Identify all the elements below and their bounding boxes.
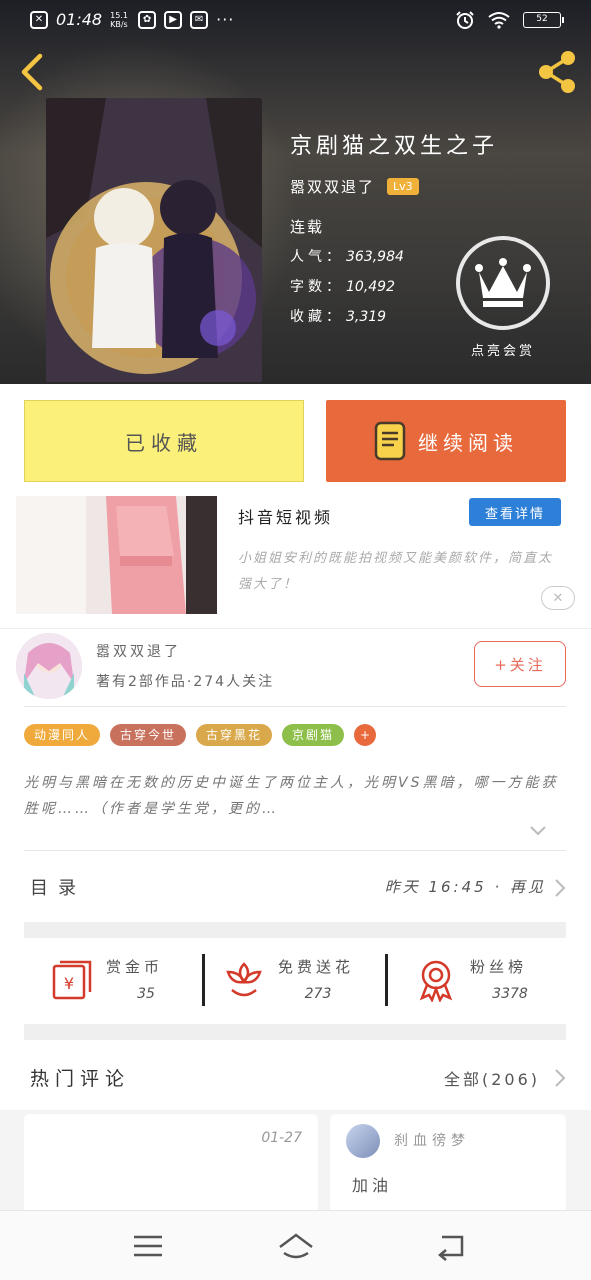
toc-last-update: 昨天 16:45 · 再见 [384, 878, 546, 896]
status-time: 01:48 [56, 10, 103, 29]
collected-label: 已收藏 [125, 430, 203, 455]
collections-value: 3,319 [346, 309, 387, 325]
close-icon[interactable]: ✕ [541, 586, 575, 610]
synopsis[interactable]: 光明与黑暗在无数的历史中诞生了两位主人，光明VS黑暗，哪一方能获胜呢……（作者是… [24, 770, 564, 822]
system-nav-bar [0, 1210, 591, 1280]
medal-icon [419, 960, 453, 1002]
ad-view-details-button[interactable]: 查看详情 [469, 498, 561, 526]
gold-coin-value: 35 [137, 986, 155, 1002]
author-card: 嚣双双退了 著有2部作品·274人关注 +关注 [0, 628, 591, 708]
popularity-value: 363,984 [346, 249, 404, 265]
expand-chevron-icon[interactable] [528, 824, 548, 838]
status-bar: ✕ 01:48 15.1 KB/s ✿ ▶ ✉ ··· 52 [0, 0, 591, 46]
toc-label: 目录 [30, 878, 86, 899]
comment-text: 加油 [352, 1176, 393, 1195]
alarm-icon [456, 11, 474, 29]
gold-coin-reward[interactable]: ¥ 赏金币 35 [50, 940, 200, 1026]
author-name[interactable]: 嚣双双退了 [290, 176, 375, 197]
comment-date: 01-27 [261, 1130, 302, 1146]
hot-comments-title: 热门评论 [30, 1068, 131, 1090]
book-cover-image[interactable] [46, 98, 262, 382]
collections-stat: 收藏： 3,319 [290, 306, 386, 326]
author-card-name[interactable]: 嚣双双退了 [96, 641, 181, 661]
more-notifications-icon: ··· [216, 10, 235, 29]
continue-reading-button[interactable]: 继续阅读 [326, 400, 566, 482]
follow-button[interactable]: +关注 [474, 641, 566, 687]
back-arrow-icon[interactable] [18, 52, 46, 92]
app-pinwheel-icon: ✿ [138, 10, 157, 29]
section-separator [24, 1024, 566, 1040]
divider [24, 850, 566, 851]
menu-icon[interactable] [128, 1231, 168, 1261]
continue-reading-label: 继续阅读 [418, 430, 518, 455]
tag[interactable]: 古穿今世 [110, 724, 187, 746]
svg-text:¥: ¥ [64, 974, 74, 993]
popularity-stat: 人气： 363,984 [290, 246, 404, 266]
book-detail-content: 已收藏 继续阅读 抖音短视频 查看详情 小姐姐安利的既能拍视频又能美颜软件，简直… [0, 384, 591, 1214]
award-label: 点亮会赏 [470, 344, 535, 359]
back-icon[interactable] [432, 1231, 472, 1261]
word-count-value: 10,492 [346, 279, 395, 295]
all-comments-count[interactable]: 全部(206) [444, 1066, 540, 1090]
chevron-right-icon [555, 1069, 566, 1087]
notification-close-icon: ✕ [30, 10, 48, 29]
comment-list: 01-27 刹血徬梦 加油 [0, 1110, 591, 1214]
fan-ranking-value: 3378 [492, 986, 528, 1002]
crown-icon [475, 258, 531, 307]
more-tags-button[interactable]: + [354, 724, 377, 746]
tag[interactable]: 古穿黑花 [196, 724, 273, 746]
support-bar: ¥ 赏金币 35 免费送花 273 粉丝榜 3378 [24, 940, 566, 1026]
book-title: 京剧猫之双生之子 [290, 134, 499, 159]
free-flower-label: 免费送花 [278, 958, 355, 976]
word-count-label: 字数： [290, 279, 344, 295]
commenter-name[interactable]: 刹血徬梦 [394, 1130, 470, 1150]
flower-icon [226, 962, 262, 997]
collected-button[interactable]: 已收藏 [24, 400, 304, 482]
net-speed: 15.1 KB/s [110, 10, 128, 29]
ad-banner[interactable]: 抖音短视频 查看详情 小姐姐安利的既能拍视频又能美颜软件，简直太强大了！ ✕ [16, 496, 576, 616]
red-envelope-icon: ¥ [52, 960, 92, 1000]
chevron-right-icon [555, 879, 566, 897]
divider [24, 706, 566, 707]
comment-card[interactable]: 刹血徬梦 加油 [330, 1114, 566, 1214]
support-divider [385, 954, 388, 1006]
tag[interactable]: 动漫同人 [24, 724, 101, 746]
fan-ranking[interactable]: 粉丝榜 3378 [414, 940, 564, 1026]
section-separator [24, 922, 566, 938]
hot-comments-header[interactable]: 热门评论 全部(206) [24, 1054, 566, 1104]
book-icon [374, 421, 406, 461]
free-flower-reward[interactable]: 免费送花 273 [222, 940, 372, 1026]
serial-status: 连载 [290, 218, 325, 236]
award-button[interactable]: 点亮会赏 [456, 236, 550, 359]
commenter-avatar[interactable] [346, 1124, 380, 1158]
fan-ranking-label: 粉丝榜 [470, 958, 528, 976]
author-works-count: 著有2部作品·274人关注 [96, 674, 275, 690]
message-icon: ✉ [190, 10, 209, 29]
comment-card[interactable]: 01-27 [24, 1114, 318, 1214]
free-flower-value: 273 [304, 986, 332, 1002]
home-icon[interactable] [276, 1231, 316, 1261]
author-avatar[interactable] [16, 633, 82, 699]
ad-image[interactable] [16, 496, 217, 614]
book-header: ✕ 01:48 15.1 KB/s ✿ ▶ ✉ ··· 52 京剧猫之双生之子 … [0, 0, 591, 384]
ad-title: 抖音短视频 [238, 508, 334, 527]
battery-icon: 52 [523, 12, 564, 28]
support-divider [202, 954, 205, 1006]
share-icon[interactable] [534, 48, 582, 96]
tag[interactable]: 京剧猫 [282, 724, 345, 746]
word-count-stat: 字数： 10,492 [290, 276, 395, 296]
author-level-badge: Lv3 [387, 178, 419, 195]
gold-coin-label: 赏金币 [106, 958, 164, 976]
collections-label: 收藏： [290, 309, 344, 325]
popularity-label: 人气： [290, 249, 344, 265]
video-icon: ▶ [164, 10, 183, 29]
tag-list: 动漫同人 古穿今世 古穿黑花 京剧猫 + [24, 724, 377, 746]
table-of-contents-row[interactable]: 目录 昨天 16:45 · 再见 [24, 852, 566, 924]
ad-description: 小姐姐安利的既能拍视频又能美颜软件，简直太强大了！ [238, 551, 554, 592]
wifi-icon [488, 12, 510, 29]
